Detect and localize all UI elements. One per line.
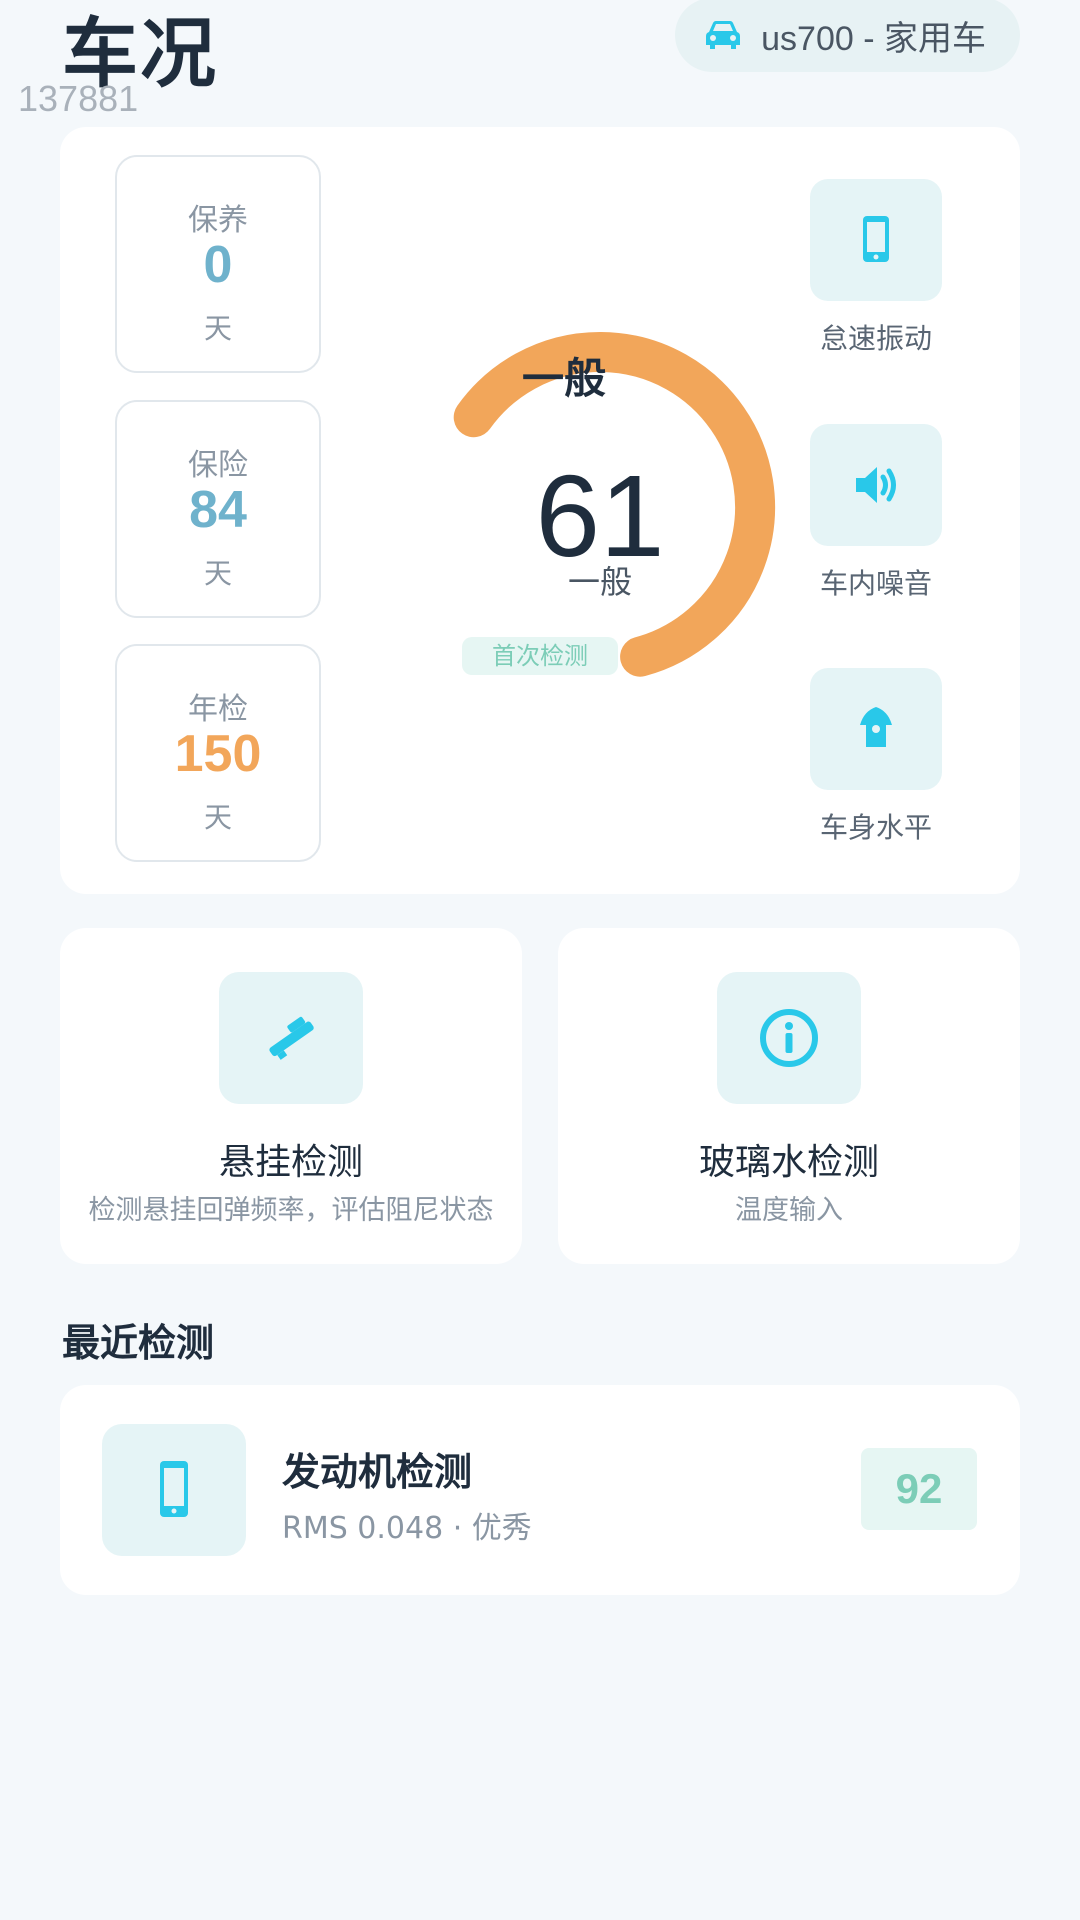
recent-section-title: 最近检测 — [62, 1321, 215, 1365]
watermark-id: 137881 — [18, 78, 139, 119]
car-icon — [706, 21, 741, 49]
phone-icon — [863, 216, 889, 262]
vehicle-name: us700 - 家用车 — [761, 19, 986, 58]
stat-unit: 天 — [203, 312, 232, 345]
feature-description: 温度输入 — [735, 1195, 843, 1226]
gauge-sublevel: 一般 — [567, 563, 632, 601]
suspension-tile — [219, 972, 363, 1104]
overview-card: 保养 0 天 保险 84 天 年检 150 天 一般 61 一般 首次检测 怠速… — [60, 127, 1020, 894]
feature-title: 玻璃水检测 — [698, 1142, 879, 1183]
cabin-noise-label: 车内噪音 — [819, 567, 932, 600]
idle-vibration-button[interactable] — [810, 179, 942, 301]
suspension-check-card[interactable]: 悬挂检测 检测悬挂回弹频率，评估阻尼状态 — [60, 928, 522, 1264]
first-check-badge: 首次检测 — [462, 637, 618, 675]
stat-label: 年检 — [188, 692, 248, 727]
body-level-button[interactable] — [810, 668, 942, 790]
vehicle-selector[interactable]: us700 - 家用车 — [675, 0, 1020, 72]
washer-fluid-tile — [717, 972, 861, 1104]
stat-value: 0 — [203, 236, 233, 294]
feature-title: 悬挂检测 — [218, 1142, 363, 1183]
annual-inspection-stat[interactable]: 年检 150 天 — [115, 644, 321, 862]
washer-fluid-check-card[interactable]: 玻璃水检测 温度输入 — [558, 928, 1020, 1264]
idle-vibration-label: 怠速振动 — [819, 322, 932, 355]
stat-label: 保养 — [188, 203, 248, 238]
engine-check-tile — [102, 1424, 246, 1556]
recent-check-meta: RMS 0.048 · 优秀 — [282, 1511, 532, 1546]
maintenance-stat[interactable]: 保养 0 天 — [115, 155, 321, 373]
level-icon — [860, 707, 892, 747]
stat-value: 84 — [189, 481, 247, 539]
stat-unit: 天 — [203, 557, 232, 590]
gauge-level: 一般 — [522, 354, 607, 403]
body-level-label: 车身水平 — [819, 811, 932, 844]
recent-check-score: 92 — [861, 1448, 977, 1530]
stat-unit: 天 — [203, 801, 232, 834]
list-item[interactable]: 发动机检测 RMS 0.048 · 优秀 92 — [60, 1385, 1020, 1595]
recent-check-name: 发动机检测 — [282, 1450, 473, 1494]
info-icon — [760, 1009, 818, 1067]
insurance-stat[interactable]: 保险 84 天 — [115, 400, 321, 618]
feature-description: 检测悬挂回弹频率，评估阻尼状态 — [88, 1195, 494, 1226]
stat-value: 150 — [174, 725, 262, 783]
speaker-icon — [856, 467, 896, 503]
stat-label: 保险 — [188, 448, 248, 483]
cabin-noise-button[interactable] — [810, 424, 942, 546]
phone-icon — [160, 1461, 188, 1517]
suspension-icon — [269, 1016, 314, 1060]
